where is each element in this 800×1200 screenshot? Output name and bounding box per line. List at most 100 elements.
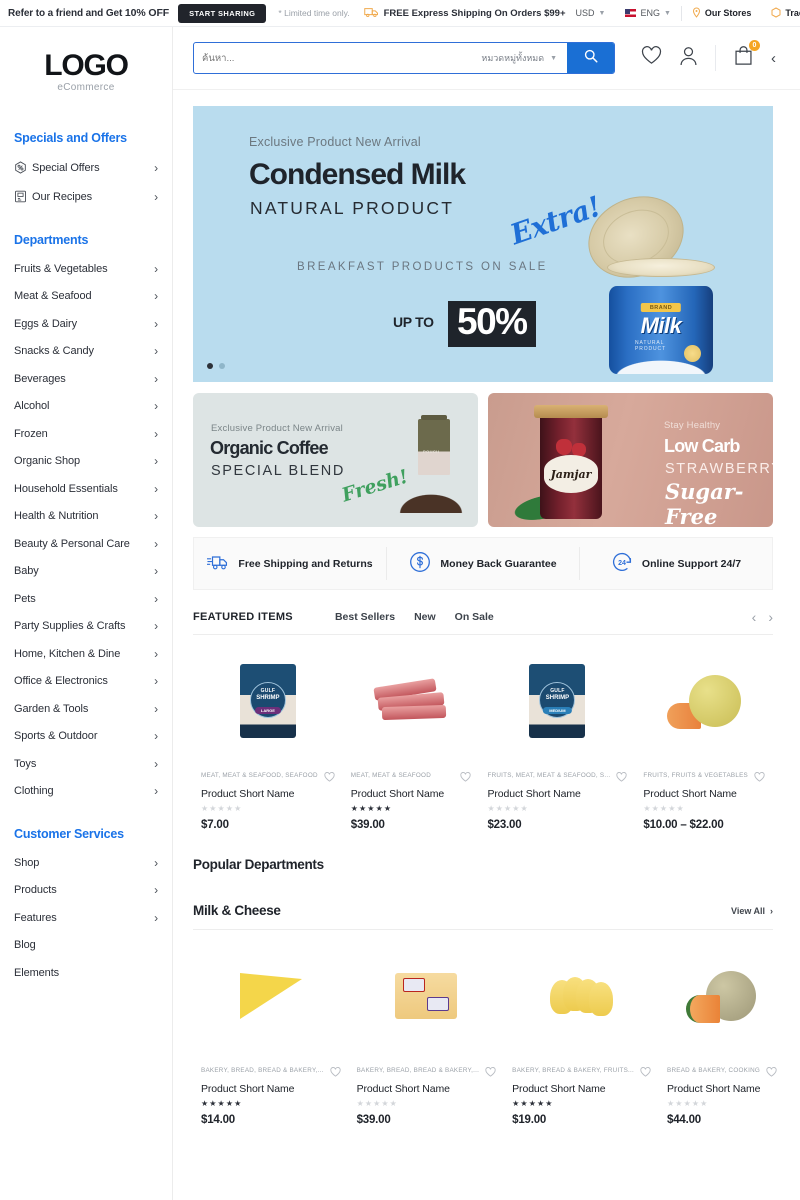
product-image[interactable] bbox=[201, 938, 341, 1053]
language-selector[interactable]: ENG ▼ bbox=[615, 8, 680, 18]
start-sharing-button[interactable]: START SHARING bbox=[178, 3, 267, 23]
product-image[interactable]: GULF SHRIMP MEDIUM bbox=[487, 643, 627, 758]
product-card[interactable]: BAKERY, BREAD & BAKERY, FRUITS... Product… bbox=[504, 938, 659, 1126]
sidebar-item-features[interactable]: Features › bbox=[14, 904, 158, 932]
sidebar-item-fruits-vegetables[interactable]: Fruits & Vegetables › bbox=[14, 255, 158, 283]
wishlist-heart-icon[interactable] bbox=[324, 772, 335, 785]
hero-banner[interactable]: Exclusive Product New Arrival Condensed … bbox=[193, 106, 773, 382]
carousel-prev-icon[interactable]: ‹ bbox=[752, 609, 757, 625]
product-card[interactable]: BAKERY, BREAD, BREAD & BAKERY,... Product… bbox=[193, 938, 349, 1126]
product-name[interactable]: Product Short Name bbox=[351, 788, 472, 800]
chevron-right-icon: › bbox=[154, 454, 158, 469]
product-card[interactable]: FRUITS, FRUITS & VEGETABLES Product Short… bbox=[635, 643, 773, 831]
product-card[interactable]: BAKERY, BREAD, BREAD & BAKERY,... Product… bbox=[349, 938, 505, 1126]
product-card[interactable]: BREAD & BAKERY, COOKING Product Short Nam… bbox=[659, 938, 785, 1126]
product-name[interactable]: Product Short Name bbox=[643, 788, 765, 800]
product-rating-stars: ★★★★★ bbox=[643, 804, 685, 813]
sidebar-item-office-electronics[interactable]: Office & Electronics › bbox=[14, 668, 158, 696]
sidebar-item-garden-tools[interactable]: Garden & Tools › bbox=[14, 695, 158, 723]
product-image[interactable]: GULF SHRIMP LARGE bbox=[201, 643, 335, 758]
wishlist-heart-icon[interactable] bbox=[754, 772, 765, 785]
product-card[interactable]: GULF SHRIMP LARGE MEAT, MEAT & SEAFOOD, SEA… bbox=[193, 643, 343, 831]
sidebar-item-snacks-candy[interactable]: Snacks & Candy › bbox=[14, 338, 158, 366]
sidebar-item-home-kitchen-dine[interactable]: Home, Kitchen & Dine › bbox=[14, 640, 158, 668]
currency-selector[interactable]: USD ▼ bbox=[566, 8, 616, 18]
product-rating-stars: ★★★★★ bbox=[201, 804, 243, 813]
product-card[interactable]: GULF SHRIMP MEDIUM FRUITS, MEAT, MEAT & SEA… bbox=[479, 643, 635, 831]
sidebar-item-sports-outdoor[interactable]: Sports & Outdoor › bbox=[14, 723, 158, 751]
product-name[interactable]: Product Short Name bbox=[201, 1083, 341, 1095]
sidebar-item-meat-seafood[interactable]: Meat & Seafood › bbox=[14, 283, 158, 311]
product-rating-stars: ★★★★★ bbox=[201, 1099, 243, 1108]
sidebar-item-toys[interactable]: Toys › bbox=[14, 750, 158, 778]
sidebar-item-label: Home, Kitchen & Dine bbox=[14, 647, 121, 660]
wishlist-heart-icon[interactable] bbox=[329, 1067, 341, 1080]
recipe-book-icon bbox=[14, 190, 32, 203]
promo-banner-coffee[interactable]: Exclusive Product New Arrival Organic Co… bbox=[193, 393, 478, 527]
sidebar-item-health-nutrition[interactable]: Health & Nutrition › bbox=[14, 503, 158, 531]
product-image[interactable] bbox=[643, 643, 765, 758]
product-name[interactable]: Product Short Name bbox=[667, 1083, 777, 1095]
sidebar-item-label: Alcohol bbox=[14, 400, 50, 413]
wishlist-heart-icon[interactable] bbox=[616, 772, 627, 785]
carousel-next-icon[interactable]: › bbox=[768, 609, 773, 625]
product-name[interactable]: Product Short Name bbox=[487, 788, 627, 800]
sidebar-item-household-essentials[interactable]: Household Essentials › bbox=[14, 475, 158, 503]
wishlist-heart-icon[interactable] bbox=[766, 1067, 777, 1080]
promo-title: Organic Coffee bbox=[210, 438, 329, 458]
carousel-dot-2[interactable] bbox=[219, 363, 225, 369]
sidebar-item-party-supplies-crafts[interactable]: Party Supplies & Crafts › bbox=[14, 613, 158, 641]
promo-banner-strawberry[interactable]: Stay Healthy Low Carb STRAWBERRY Sugar-F… bbox=[488, 393, 773, 527]
sidebar-item-organic-shop[interactable]: Organic Shop › bbox=[14, 448, 158, 476]
tab-new[interactable]: New bbox=[414, 611, 436, 623]
sidebar-item-pets[interactable]: Pets › bbox=[14, 585, 158, 613]
wishlist-heart-icon[interactable] bbox=[460, 772, 472, 785]
product-image[interactable] bbox=[667, 938, 777, 1053]
product-name[interactable]: Product Short Name bbox=[357, 1083, 497, 1095]
search-bar[interactable]: หมวดหมู่ทั้งหมด ▼ bbox=[193, 42, 615, 74]
sidebar-item-beauty-personal-care[interactable]: Beauty & Personal Care › bbox=[14, 530, 158, 558]
content-area: Exclusive Product New Arrival Condensed … bbox=[173, 90, 800, 1126]
sidebar-item-frozen[interactable]: Frozen › bbox=[14, 420, 158, 448]
chevron-right-icon: › bbox=[154, 619, 158, 634]
sidebar-item-products[interactable]: Products › bbox=[14, 877, 158, 905]
site-logo[interactable]: LOGO eCommerce bbox=[14, 27, 158, 117]
product-name[interactable]: Product Short Name bbox=[201, 788, 335, 800]
product-price: $7.00 bbox=[201, 819, 229, 831]
tab-on-sale[interactable]: On Sale bbox=[455, 611, 494, 623]
wishlist-heart-icon[interactable] bbox=[485, 1067, 496, 1080]
product-card[interactable]: MEAT, MEAT & SEAFOOD Product Short Name ★★… bbox=[343, 643, 480, 831]
sidebar-item-our-recipes[interactable]: Our Recipes › bbox=[14, 182, 158, 211]
search-input[interactable] bbox=[194, 43, 472, 73]
sidebar-item-elements[interactable]: Elements bbox=[14, 959, 158, 987]
sidebar-item-beverages[interactable]: Beverages › bbox=[14, 365, 158, 393]
wishlist-icon[interactable] bbox=[641, 46, 662, 70]
product-image[interactable] bbox=[512, 938, 651, 1053]
our-stores-link[interactable]: Our Stores bbox=[682, 6, 762, 20]
carousel-dots[interactable] bbox=[207, 363, 225, 369]
sidebar-item-eggs-dairy[interactable]: Eggs & Dairy › bbox=[14, 310, 158, 338]
collapse-panel-chevron-icon[interactable]: ‹ bbox=[771, 50, 776, 67]
product-name[interactable]: Product Short Name bbox=[512, 1083, 651, 1095]
search-category-select[interactable]: หมวดหมู่ทั้งหมด ▼ bbox=[471, 43, 567, 73]
product-image[interactable] bbox=[351, 643, 472, 758]
sidebar-item-blog[interactable]: Blog bbox=[14, 932, 158, 960]
main-content: หมวดหมู่ทั้งหมด ▼ bbox=[173, 27, 800, 1200]
product-image[interactable] bbox=[357, 938, 497, 1053]
sidebar-item-label: Snacks & Candy bbox=[14, 345, 94, 358]
cart-button[interactable]: 0 bbox=[733, 40, 760, 71]
tab-best-sellers[interactable]: Best Sellers bbox=[335, 611, 395, 623]
view-all-link[interactable]: View All › bbox=[731, 906, 773, 916]
carousel-dot-1[interactable] bbox=[207, 363, 213, 369]
account-icon[interactable] bbox=[679, 46, 698, 71]
wishlist-heart-icon[interactable] bbox=[640, 1067, 651, 1080]
sidebar-item-special-offers[interactable]: Special Offers › bbox=[14, 153, 158, 182]
sidebar-item-clothing[interactable]: Clothing › bbox=[14, 778, 158, 806]
sidebar-item-baby[interactable]: Baby › bbox=[14, 558, 158, 586]
product-price: $10.00 – $22.00 bbox=[643, 819, 724, 831]
search-submit-button[interactable] bbox=[567, 43, 614, 73]
featured-items-header: FEATURED ITEMS Best Sellers New On Sale ‹ … bbox=[193, 609, 773, 635]
track-order-link[interactable]: Track Your Order bbox=[761, 6, 800, 20]
sidebar-item-shop[interactable]: Shop › bbox=[14, 849, 158, 877]
sidebar-item-alcohol[interactable]: Alcohol › bbox=[14, 393, 158, 421]
